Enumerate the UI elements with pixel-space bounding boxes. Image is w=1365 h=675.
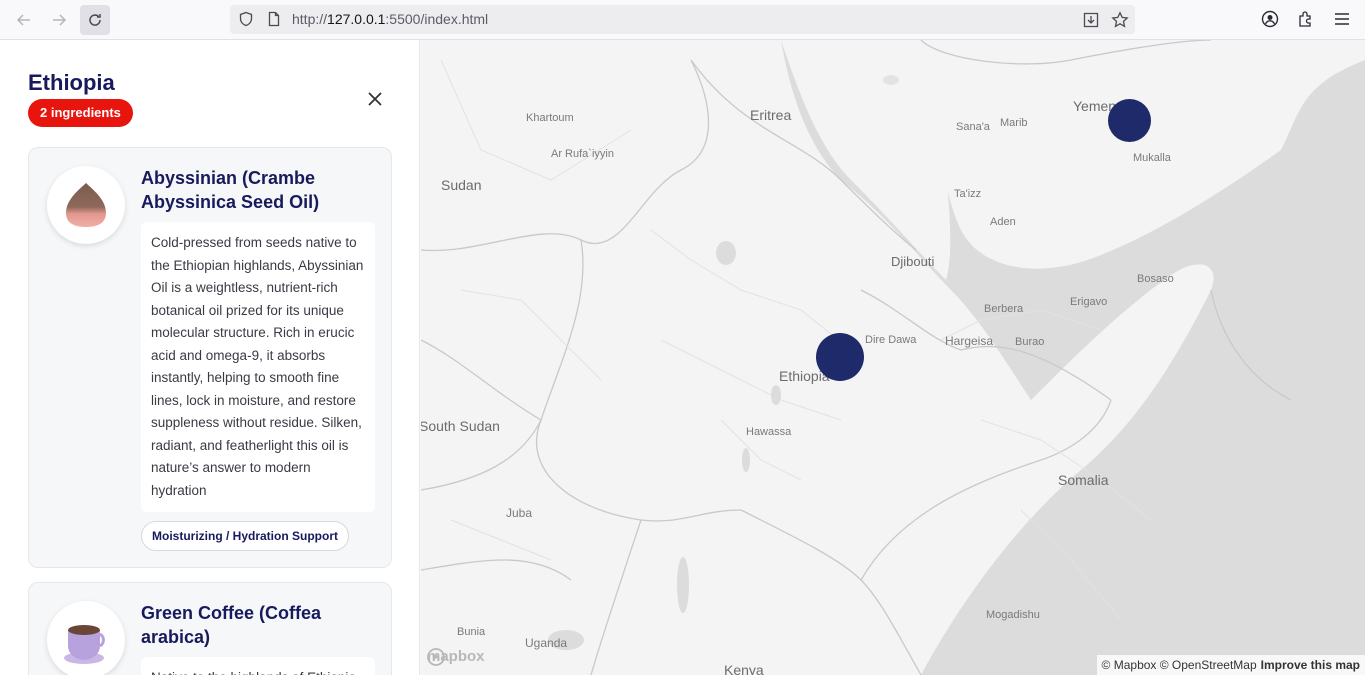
ingredient-title: Green Coffee (Coffea arabica) xyxy=(141,603,322,647)
map-label-somalia: Somalia xyxy=(1058,472,1109,488)
ingredient-thumbnail xyxy=(47,166,125,244)
map-label-sanaa: Sana'a xyxy=(956,121,990,133)
ingredient-card: Abyssinian (Crambe Abyssinica Seed Oil) … xyxy=(28,147,392,568)
account-icon[interactable] xyxy=(1261,10,1279,28)
map-label-ar-rufa: Ar Rufa`iyyin xyxy=(551,148,614,160)
map-label-marib: Marib xyxy=(1000,117,1028,129)
map-label-mogadishu: Mogadishu xyxy=(986,609,1040,621)
ingredient-thumbnail xyxy=(47,601,125,675)
close-icon xyxy=(368,92,382,106)
map-label-berbera: Berbera xyxy=(984,303,1024,315)
map-label-bunia: Bunia xyxy=(457,626,486,638)
browser-toolbar: http://127.0.0.1:5500/index.html xyxy=(0,0,1365,40)
map-attribution: © Mapbox © OpenStreetMap Improve this map xyxy=(1096,655,1365,675)
map-marker-yemen[interactable] xyxy=(1108,99,1151,142)
extensions-icon[interactable] xyxy=(1297,10,1315,28)
menu-icon[interactable] xyxy=(1333,10,1351,28)
map-label-dire-dawa: Dire Dawa xyxy=(865,334,917,346)
map-label-taizz: Ta'izz xyxy=(954,188,982,200)
ingredient-title: Abyssinian (Crambe Abyssinica Seed Oil) xyxy=(141,168,320,212)
map-basemap xyxy=(421,40,1365,675)
ingredient-description: Native to the highlands of Ethiopia, gre… xyxy=(141,657,375,675)
ingredient-card: Green Coffee (Coffea arabica) Native to … xyxy=(28,582,392,675)
map-label-uganda: Uganda xyxy=(525,636,568,650)
arrow-left-icon xyxy=(16,14,30,26)
map-label-erigavo: Erigavo xyxy=(1070,296,1108,308)
star-icon[interactable] xyxy=(1111,11,1129,29)
map-label-hargeisa: Hargeisa xyxy=(945,334,994,348)
map[interactable]: Eritrea Khartoum Ar Rufa`iyyin Sudan Yem… xyxy=(421,40,1365,675)
map-label-djibouti: Djibouti xyxy=(891,254,935,269)
ingredient-count-badge: 2 ingredients xyxy=(28,99,133,127)
url-text[interactable]: http://127.0.0.1:5500/index.html xyxy=(292,11,488,27)
arrow-right-icon xyxy=(53,14,67,26)
back-button[interactable] xyxy=(9,5,39,35)
map-marker-ethiopia[interactable] xyxy=(816,333,864,381)
benefit-tag: Moisturizing / Hydration Support xyxy=(141,521,349,551)
ingredient-description: Cold-pressed from seeds native to the Et… xyxy=(141,222,375,512)
forward-button[interactable] xyxy=(44,5,74,35)
map-label-eritrea: Eritrea xyxy=(750,107,792,123)
map-label-aden: Aden xyxy=(990,216,1016,228)
url-bar[interactable]: http://127.0.0.1:5500/index.html xyxy=(230,5,1135,34)
map-label-hawassa: Hawassa xyxy=(746,426,792,438)
country-title: Ethiopia xyxy=(28,70,115,95)
map-label-khartoum: Khartoum xyxy=(526,112,574,124)
map-label-mukalla: Mukalla xyxy=(1133,152,1171,164)
map-label-burao: Burao xyxy=(1015,336,1045,348)
mapbox-logo[interactable]: mapbox xyxy=(427,648,485,666)
close-button[interactable] xyxy=(364,88,386,110)
map-label-kenya: Kenya xyxy=(724,662,764,675)
page-icon xyxy=(268,11,280,27)
shield-icon[interactable] xyxy=(238,11,254,27)
reload-button[interactable] xyxy=(80,5,110,35)
map-label-juba: Juba xyxy=(506,506,533,520)
mapbox-logo-icon xyxy=(427,648,445,666)
coffee-cup-icon xyxy=(64,625,105,664)
country-panel: Ethiopia 2 ingredients Abyssinian (Cramb… xyxy=(0,40,420,675)
download-icon[interactable] xyxy=(1082,11,1100,29)
map-label-sudan: Sudan xyxy=(441,177,482,193)
map-label-bosaso: Bosaso xyxy=(1137,273,1174,285)
map-label-south-sudan: South Sudan xyxy=(421,418,500,434)
improve-map-link[interactable]: Improve this map xyxy=(1261,658,1360,672)
oil-drop-icon xyxy=(66,183,106,227)
reload-icon xyxy=(89,14,101,26)
